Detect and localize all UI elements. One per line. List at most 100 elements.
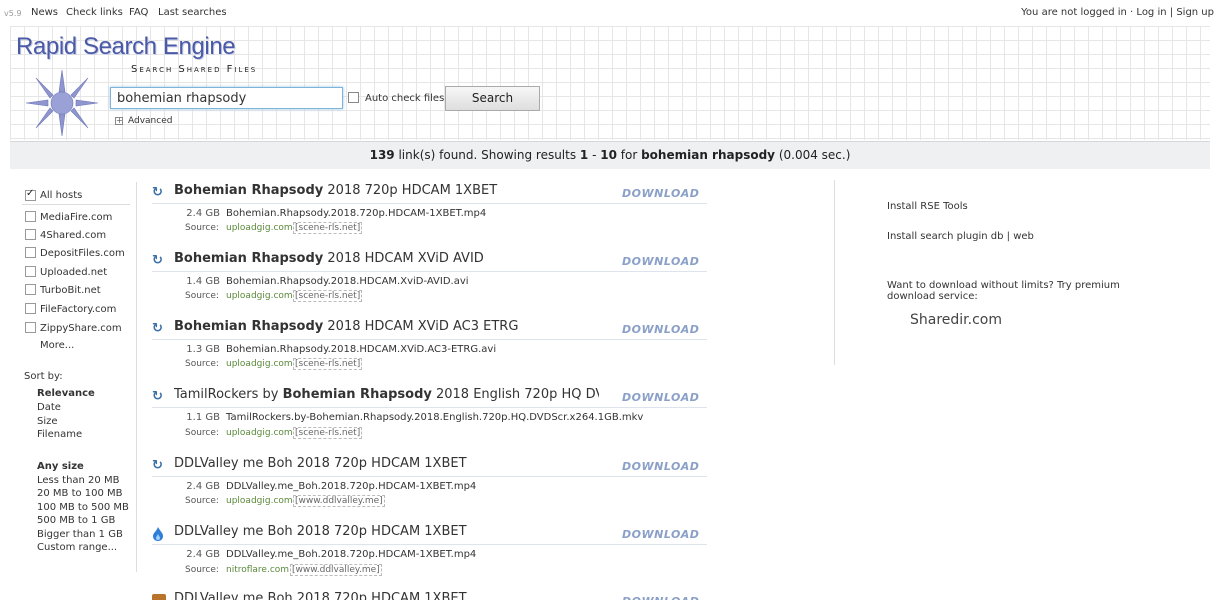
result-source-link[interactable]: uploadgig.com [226,291,293,301]
signup-link[interactable]: Sign up [1176,7,1214,18]
result-source-link[interactable]: nitroflare.com [226,565,289,575]
result-title-post: 2018 English 720p HQ DVDS [435,387,599,402]
host-label-filefactory[interactable]: FileFactory.com [40,304,116,315]
nav-news-link[interactable]: News [31,7,58,18]
result-size: 1.1 GB [186,412,220,423]
host-checkbox-filefactory[interactable] [25,303,36,314]
result-source-tag[interactable]: [scene-rls.net] [293,358,363,370]
result-title[interactable]: DDLValley me Boh 2018 720p HDCAM 1XBET [174,591,602,600]
hosts-more-link[interactable]: More... [40,340,74,351]
size-gt-1gb[interactable]: Bigger than 1 GB [37,529,123,540]
download-link[interactable]: DOWNLOAD [622,323,699,336]
result-source-label: Source: [185,565,219,575]
result-filename: DDLValley.me_Boh.2018.720p.HDCAM-1XBET.m… [226,481,477,492]
size-any[interactable]: Any size [37,461,84,472]
host-label-all[interactable]: All hosts [40,190,82,201]
result-title[interactable]: DDLValley me Boh 2018 720p HDCAM 1XBET [174,456,602,471]
column-separator [834,180,835,365]
sort-by-label: Sort by: [24,371,63,382]
host-label-uploaded[interactable]: Uploaded.net [40,267,107,278]
result-title[interactable]: DDLValley me Boh 2018 720p HDCAM 1XBET [174,524,602,539]
plugin-web-link[interactable]: web [1013,231,1034,242]
nav-faq-link[interactable]: FAQ [129,7,148,18]
search-input[interactable] [110,87,343,109]
result-title-post: 2018 HDCAM XViD AVID [323,251,484,266]
result-title-post: 2018 HDCAM XViD AC3 ETRG [323,319,519,334]
result-title[interactable]: TamilRockers by Bohemian Rhapsody 2018 E… [174,387,599,402]
logo-subtitle: Search Shared Files [131,64,258,75]
size-lt-20mb[interactable]: Less than 20 MB [37,475,119,486]
host-label-4shared[interactable]: 4Shared.com [40,230,106,241]
download-link[interactable]: DOWNLOAD [622,528,699,541]
result-filename: Bohemian.Rhapsody.2018.HDCAM.XviD-AVID.a… [226,276,469,287]
result-filename: Bohemian.Rhapsody.2018.720p.HDCAM-1XBET.… [226,208,487,219]
advanced-expand-icon[interactable]: + [115,117,123,125]
sort-size[interactable]: Size [37,416,58,427]
sun-logo-icon [26,70,98,136]
result-divider [152,407,707,408]
result-filename: Bohemian.Rhapsody.2018.HDCAM.XViD.AC3-ET… [226,344,497,355]
result-title-bold: Bohemian Rhapsody [174,319,324,334]
sort-relevance[interactable]: Relevance [37,388,95,399]
host-label-depositfiles[interactable]: DepositFiles.com [40,248,125,259]
result-source-link[interactable]: uploadgig.com [226,428,293,438]
host-checkbox-all[interactable] [25,188,36,201]
host-checkbox-depositfiles[interactable] [25,247,36,258]
refresh-icon: ↻ [152,185,163,200]
size-20-100mb[interactable]: 20 MB to 100 MB [37,488,123,499]
result-title[interactable]: Bohemian Rhapsody 2018 720p HDCAM 1XBET [174,183,602,198]
result-title[interactable]: Bohemian Rhapsody 2018 HDCAM XViD AC3 ET… [174,319,602,334]
host-label-zippyshare[interactable]: ZippyShare.com [40,323,122,334]
result-source-link[interactable]: uploadgig.com [226,359,293,369]
nav-last-searches-link[interactable]: Last searches [158,7,227,18]
result-source-link[interactable]: uploadgig.com [226,496,293,506]
result-source-tag[interactable]: [scene-rls.net] [293,222,363,234]
result-source-tag[interactable]: [www.ddlvalley.me] [290,564,382,576]
result-title[interactable]: Bohemian Rhapsody 2018 HDCAM XViD AVID [174,251,602,266]
result-source-tag[interactable]: [scene-rls.net] [293,427,363,439]
auto-check-label: Auto check files [365,93,445,104]
sort-filename[interactable]: Filename [37,429,82,440]
result-source-tag[interactable]: [www.ddlvalley.me] [293,495,385,507]
host-checkbox-turbobit[interactable] [25,284,36,295]
size-500mb-1gb[interactable]: 500 MB to 1 GB [37,515,115,526]
result-title-bold: Bohemian Rhapsody [174,183,324,198]
login-status: You are not logged in [1021,7,1127,18]
install-search-plugin-link[interactable]: Install search plugin db [887,231,1003,242]
sharedir-link[interactable]: Sharedir.com [910,312,1002,328]
host-label-mediafire[interactable]: MediaFire.com [40,212,112,223]
download-link[interactable]: DOWNLOAD [622,391,699,404]
host-checkbox-mediafire[interactable] [25,211,36,222]
summary-query: bohemian rhapsody [641,148,775,162]
advanced-link[interactable]: Advanced [128,116,172,126]
nav-check-links-link[interactable]: Check links [66,7,123,18]
host-checkbox-uploaded[interactable] [25,266,36,277]
range-end: 10 [600,148,617,162]
result-source-tag[interactable]: [scene-rls.net] [293,290,363,302]
result-size: 1.4 GB [186,276,220,287]
download-link[interactable]: DOWNLOAD [622,595,699,600]
auto-check-checkbox[interactable] [348,92,359,103]
login-link[interactable]: Log in [1136,7,1166,18]
host-label-turbobit[interactable]: TurboBit.net [40,285,101,296]
refresh-icon: ↻ [152,389,163,404]
size-100-500mb[interactable]: 100 MB to 500 MB [37,502,129,513]
download-link[interactable]: DOWNLOAD [622,460,699,473]
search-button[interactable]: Search [445,86,540,111]
sort-date[interactable]: Date [37,402,61,413]
result-title-pre: DDLValley me Boh 2018 720p HDCAM 1XBET [174,591,467,600]
host-checkbox-4shared[interactable] [25,229,36,240]
result-source-link[interactable]: uploadgig.com [226,223,293,233]
plugin-separator: | [1003,231,1014,242]
logo-title[interactable]: Rapid Search Engine [16,33,236,61]
result-source-label: Source: [185,223,219,233]
download-link[interactable]: DOWNLOAD [622,187,699,200]
host-checkbox-zippyshare[interactable] [25,322,36,333]
result-divider [152,339,707,340]
summary-text: link(s) found. Showing results [394,148,580,162]
size-custom-range[interactable]: Custom range... [37,542,117,553]
download-link[interactable]: DOWNLOAD [622,255,699,268]
install-rse-tools-link[interactable]: Install RSE Tools [887,201,968,212]
result-title-pre: DDLValley me Boh 2018 720p HDCAM 1XBET [174,524,467,539]
version-label: v5.9 [4,9,22,18]
